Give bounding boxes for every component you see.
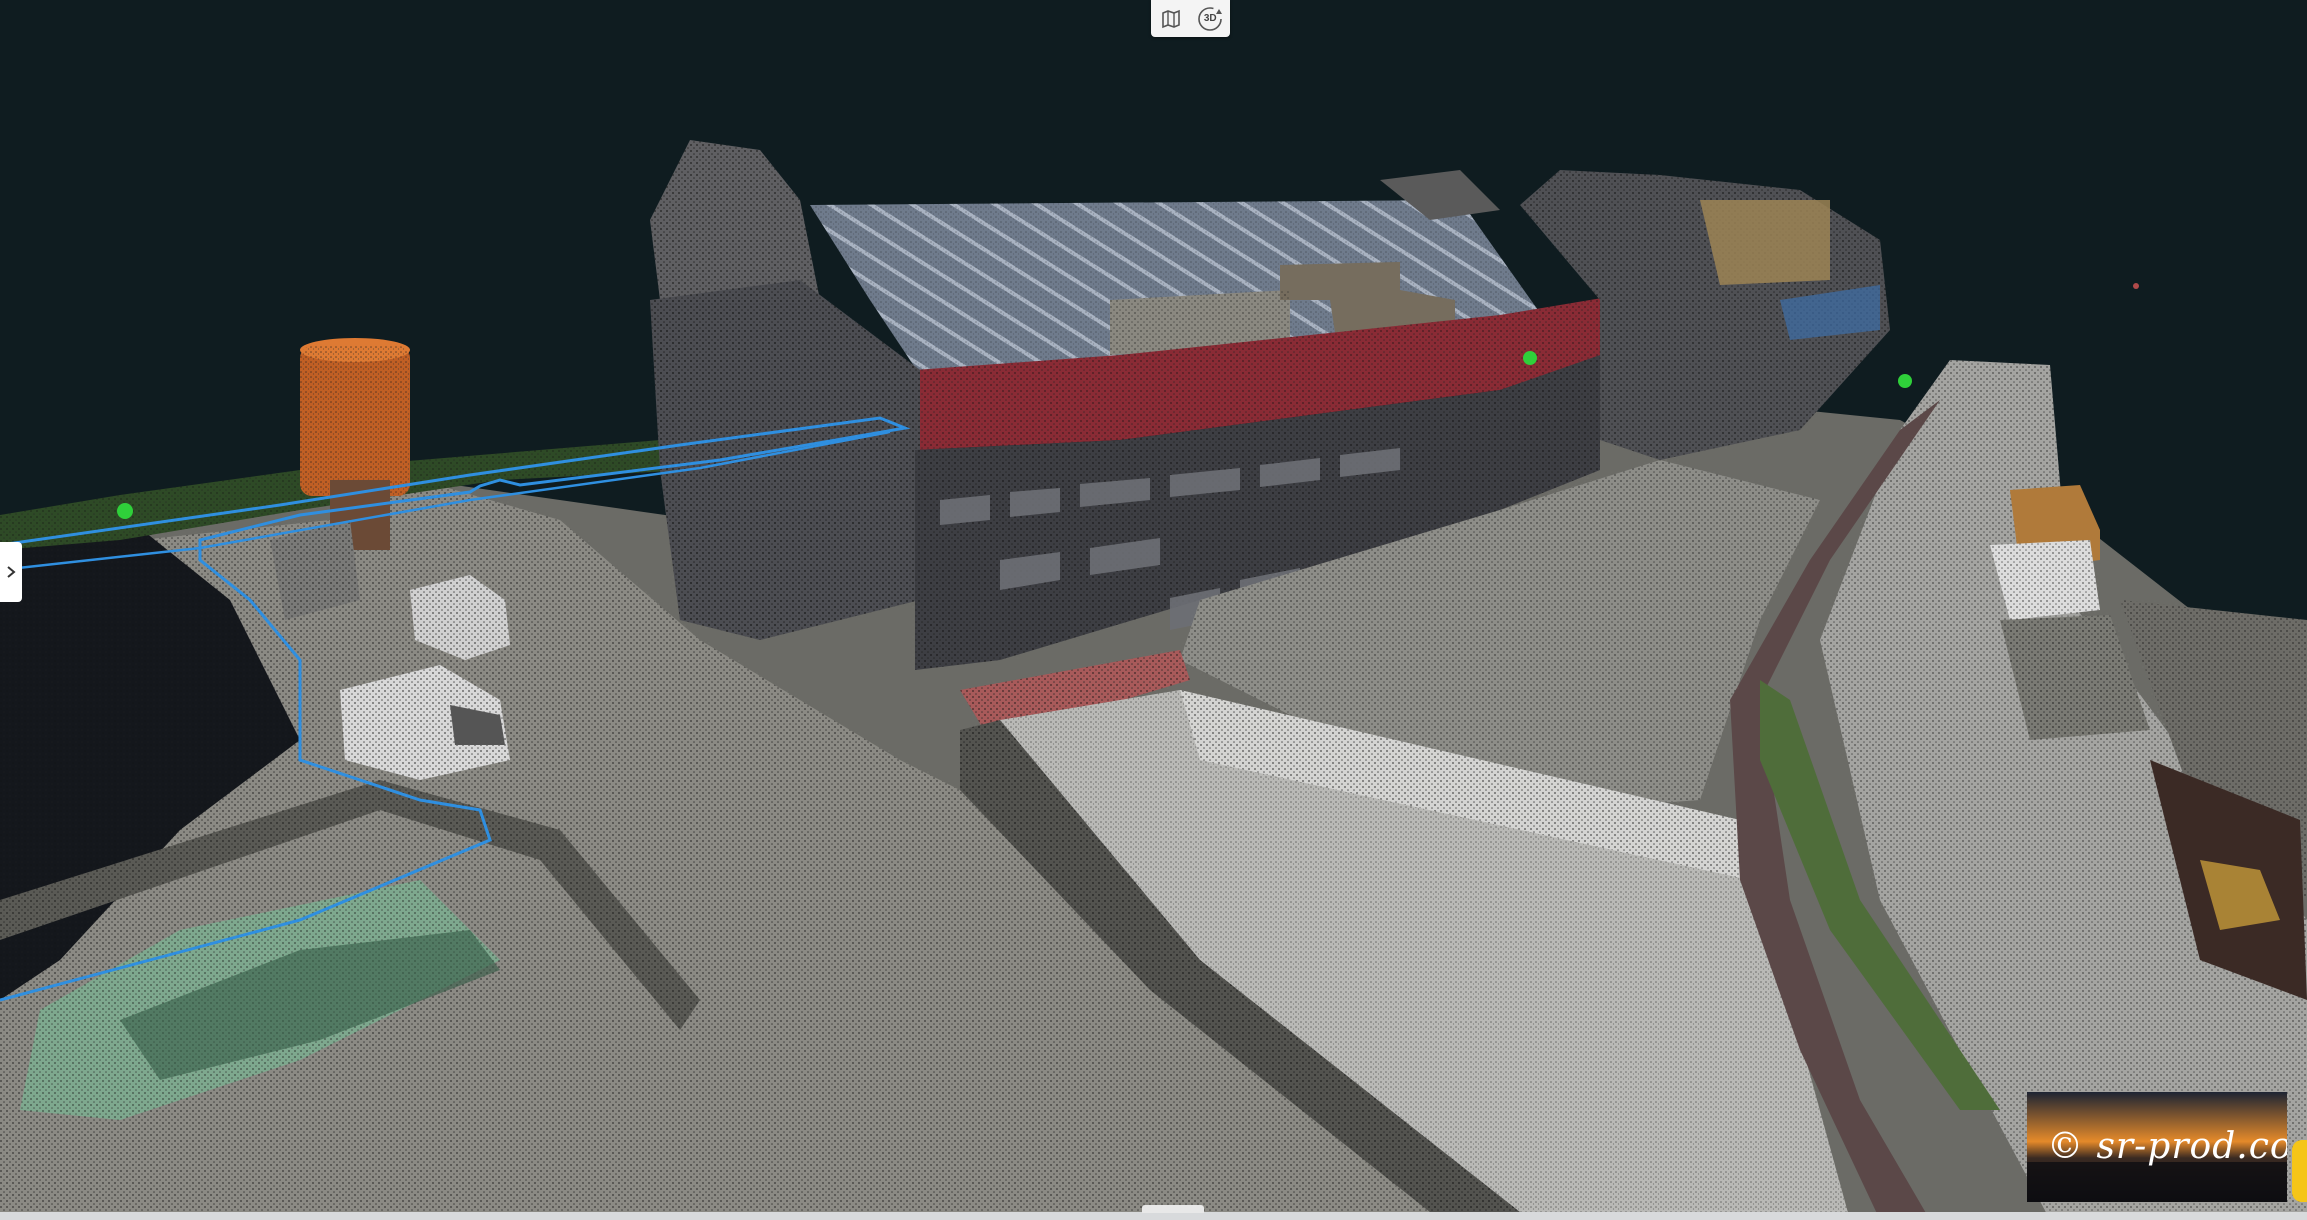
marker-dot bbox=[117, 503, 133, 519]
marker-dot bbox=[1523, 351, 1537, 365]
view-mode-toggle: 3D bbox=[1151, 0, 1230, 37]
map-icon bbox=[1161, 9, 1180, 28]
3d-view-button[interactable]: 3D bbox=[1192, 2, 1228, 35]
watermark-logo: © sr-prod.com bbox=[2027, 1092, 2287, 1202]
bottom-bar bbox=[0, 1212, 2307, 1220]
sidebar-toggle-button[interactable] bbox=[0, 542, 22, 602]
bottom-panel-handle[interactable] bbox=[1142, 1205, 1204, 1213]
help-tab[interactable] bbox=[2292, 1140, 2307, 1202]
marker-dot bbox=[1898, 374, 1912, 388]
watermark-text: © sr-prod.com bbox=[2047, 1126, 2287, 1167]
3d-viewer[interactable]: 3D © sr-prod.com bbox=[0, 0, 2307, 1220]
point-cloud-scene[interactable] bbox=[0, 0, 2307, 1220]
3d-label: 3D bbox=[1203, 13, 1217, 24]
chevron-right-icon bbox=[7, 566, 16, 578]
map-view-button[interactable] bbox=[1153, 2, 1189, 35]
